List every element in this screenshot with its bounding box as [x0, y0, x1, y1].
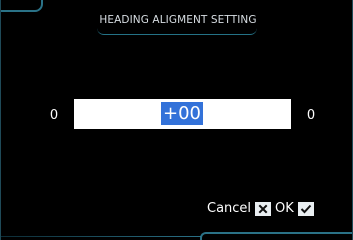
corner-decoration-top-left — [1, 0, 43, 12]
range-min-label: 0 — [49, 108, 59, 123]
title-underline-decoration — [97, 28, 257, 35]
bottom-edge-decoration — [1, 236, 201, 237]
corner-decoration-bottom-right — [200, 232, 352, 240]
range-max-label: 0 — [306, 108, 316, 123]
ok-button[interactable]: OK — [275, 200, 314, 218]
dialog-title: HEADING ALIGMENT SETTING — [99, 14, 257, 26]
cancel-button-label: Cancel — [207, 201, 252, 216]
close-icon — [255, 202, 272, 216]
cancel-button[interactable]: Cancel — [207, 200, 272, 218]
ok-button-label: OK — [275, 201, 294, 216]
heading-value-text[interactable]: +00 — [161, 102, 203, 125]
heading-alignment-dialog: HEADING ALIGMENT SETTING 0 +00 0 Cancel … — [0, 0, 353, 240]
check-icon — [297, 202, 314, 216]
heading-value-field[interactable]: +00 — [74, 99, 291, 129]
dialog-action-row: Cancel OK — [207, 199, 314, 219]
